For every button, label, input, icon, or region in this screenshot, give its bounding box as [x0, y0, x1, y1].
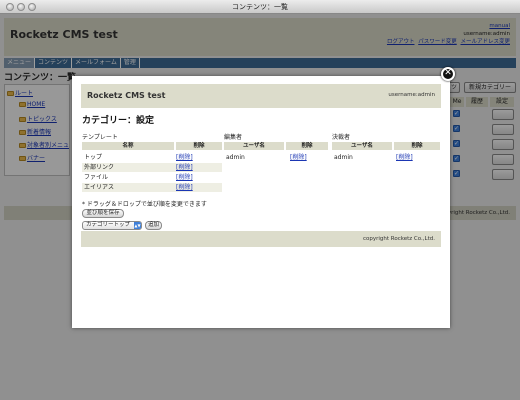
modal-username: username:admin [388, 92, 435, 98]
drag-drop-note: * ドラッグ＆ドロップで並び順を変更できます [82, 201, 207, 208]
template-row[interactable]: 外部リンク [削除] [82, 163, 222, 172]
window-titlebar: コンテンツ：一覧 [0, 0, 520, 14]
approver-label: 決裁者 [332, 134, 351, 141]
modal-header: Rocketz CMS test username:admin [81, 84, 441, 108]
modal-title: カテゴリー：設定 [82, 116, 155, 126]
template-label: テンプレート [82, 134, 118, 141]
select-arrow-icon: ▲▼ [134, 222, 141, 229]
window-title: コンテンツ：一覧 [232, 3, 288, 11]
delete-link[interactable]: [削除] [176, 174, 193, 181]
minimize-window-icon[interactable] [17, 3, 25, 11]
editor-col-user: ユーザ名 [224, 142, 284, 150]
template-col-delete: 削除 [176, 142, 222, 150]
zoom-window-icon[interactable] [28, 3, 36, 11]
modal-logo: Rocketz CMS test [87, 91, 166, 100]
delete-link[interactable]: [削除] [176, 164, 193, 171]
delete-link[interactable]: [削除] [396, 154, 413, 161]
approver-col-delete: 削除 [394, 142, 440, 150]
editor-col-delete: 削除 [286, 142, 328, 150]
approver-row: admin [削除] [334, 154, 413, 161]
editor-label: 編集者 [224, 134, 243, 141]
save-order-button[interactable]: 並び順を保存 [82, 209, 124, 218]
add-button[interactable]: 追加 [145, 221, 162, 230]
delete-link[interactable]: [削除] [176, 154, 193, 161]
template-row[interactable]: エイリアス [削除] [82, 183, 222, 192]
close-window-icon[interactable] [6, 3, 14, 11]
close-icon[interactable]: ✕ [441, 67, 455, 81]
template-row[interactable]: トップ [削除] [82, 153, 222, 162]
template-row[interactable]: ファイル [削除] [82, 173, 222, 182]
modal-footer: copyright Rocketz Co.,Ltd. [81, 231, 441, 247]
approver-col-user: ユーザ名 [332, 142, 392, 150]
delete-link[interactable]: [削除] [290, 154, 307, 161]
template-col-name: 名称 [82, 142, 174, 150]
category-select[interactable]: カテゴリートップ ▲▼ [82, 221, 142, 230]
delete-link[interactable]: [削除] [176, 184, 193, 191]
category-settings-modal: Rocketz CMS test username:admin カテゴリー：設定… [72, 76, 450, 328]
editor-row: admin [削除] [226, 154, 307, 161]
